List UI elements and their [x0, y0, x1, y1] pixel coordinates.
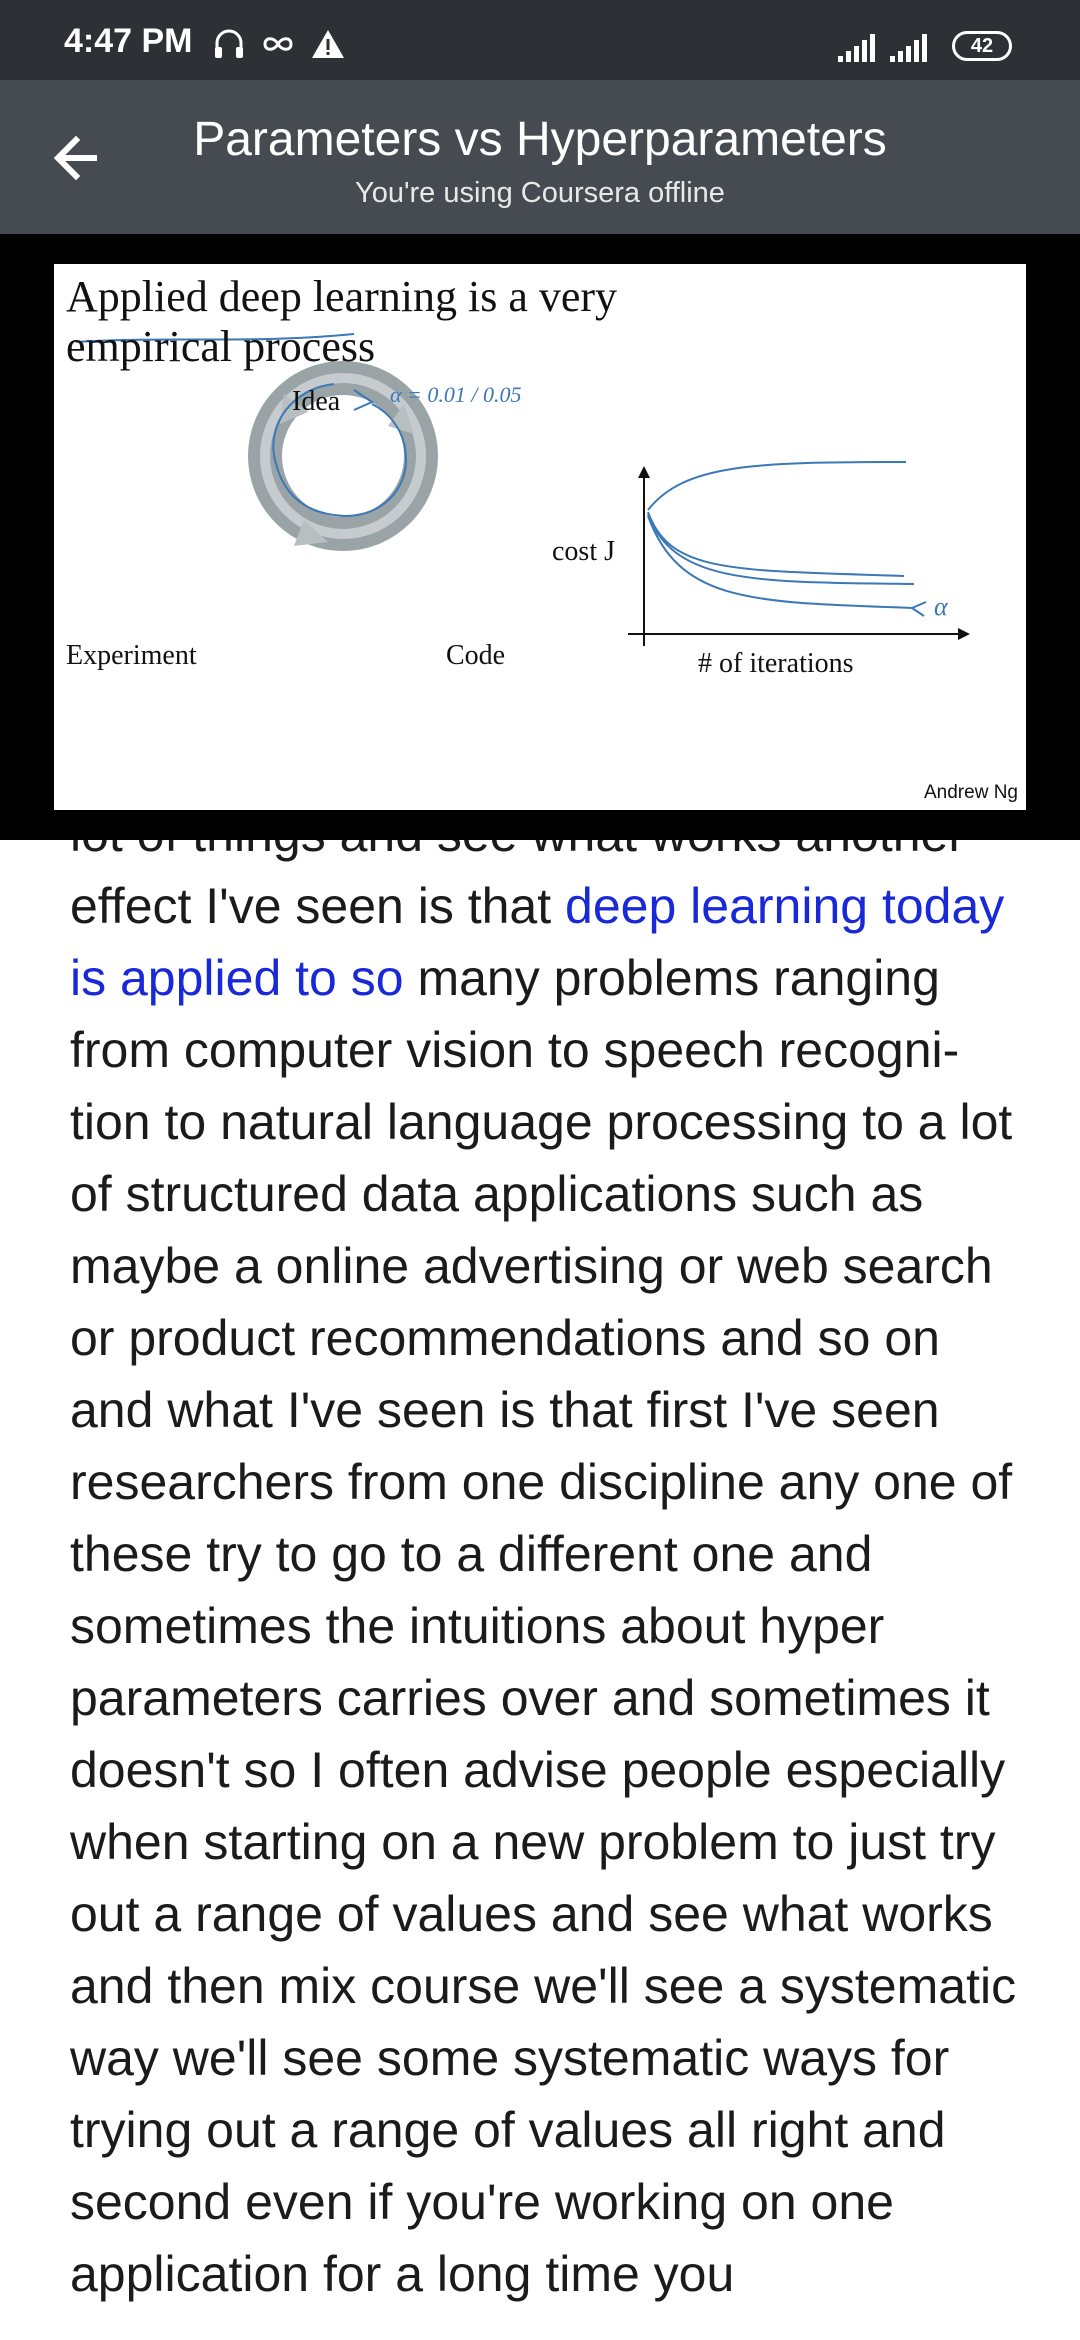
battery-indicator: 42	[952, 31, 1012, 61]
cost-curve	[647, 511, 905, 577]
status-time: 4:47 PM	[64, 22, 193, 60]
cost-curve	[647, 515, 915, 609]
headset-icon	[215, 29, 243, 58]
signal-icon	[838, 34, 875, 62]
handwritten-alpha-arrow-label: α	[934, 592, 948, 621]
signal-icon	[890, 34, 927, 62]
slide-credit: Andrew Ng	[924, 782, 1018, 803]
status-bar: 4:47 PM 42	[0, 0, 1080, 80]
app-bar: Parameters vs Hyperparameters You're usi…	[0, 80, 1080, 234]
cost-curve	[647, 461, 907, 511]
transcript-text: lot of things and see what works another…	[70, 840, 1020, 2310]
slide-title-line-1: Applied deep learning is a very	[66, 272, 618, 321]
x-axis-label: # of iterations	[698, 648, 854, 679]
transcript-partial-line: lot of things and see what works another	[70, 840, 965, 862]
slide-title-line-2: empirical process	[66, 322, 376, 371]
infinity-icon	[263, 37, 293, 51]
transcript-text-before: effect I've seen is that	[70, 878, 566, 934]
code-label: Code	[446, 640, 506, 671]
video-player[interactable]: Applied deep learning is a very empirica…	[0, 234, 1080, 840]
handwritten-alpha-note: α = 0.01 / 0.05	[390, 382, 522, 407]
lecture-slide: Applied deep learning is a very empirica…	[54, 264, 1026, 810]
page-title: Parameters vs Hyperparameters	[193, 113, 887, 166]
idea-label: Idea	[292, 386, 341, 417]
y-axis-label: cost J	[552, 536, 615, 567]
warning-icon	[312, 30, 344, 58]
transcript-panel[interactable]: lot of things and see what works another…	[0, 840, 1080, 2340]
offline-subtitle: You're using Coursera offline	[355, 177, 725, 209]
transcript-text-after: many problems ranging from computer visi…	[70, 950, 1017, 2302]
experiment-label: Experiment	[66, 640, 197, 671]
